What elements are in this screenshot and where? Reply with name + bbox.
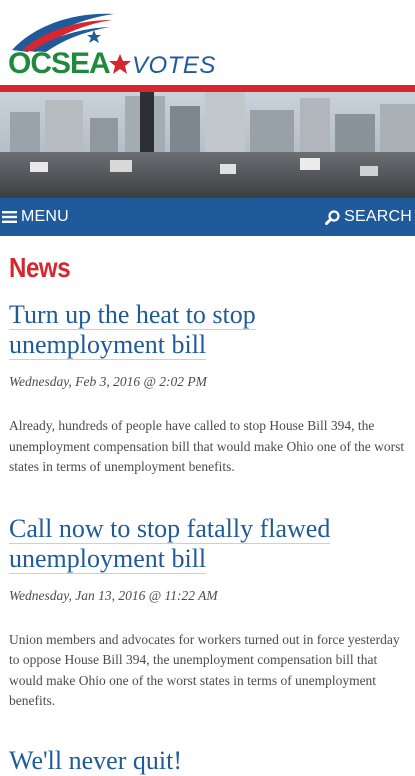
article-date: Wednesday, Jan 13, 2016 @ 11:22 AM: [9, 587, 218, 603]
article-title-link[interactable]: We'll never quit!: [9, 746, 182, 775]
article-summary: Union members and advocates for workers …: [9, 631, 400, 709]
svg-text:OCSEA: OCSEA: [8, 47, 110, 80]
hero-crowd-image: [0, 92, 415, 198]
nav-bar: MENU SEARCH: [0, 198, 415, 236]
search-button[interactable]: SEARCH: [325, 198, 412, 236]
site-header: OCSEA VOTES: [0, 0, 415, 92]
main-content: News Turn up the heat to stop unemployme…: [0, 236, 415, 776]
search-label: SEARCH: [344, 208, 412, 225]
article-summary: Already, hundreds of people have called …: [9, 418, 405, 474]
article-item: Call now to stop fatally flawed unemploy…: [9, 508, 406, 712]
article-title-link[interactable]: Call now to stop fatally flawed unemploy…: [9, 513, 331, 574]
search-icon: [325, 209, 340, 225]
menu-label: MENU: [21, 208, 69, 225]
article-item: Turn up the heat to stop unemployment bi…: [9, 294, 406, 478]
article-date: Wednesday, Feb 3, 2016 @ 2:02 PM: [9, 374, 207, 389]
article-title-link[interactable]: Turn up the heat to stop unemployment bi…: [9, 300, 256, 360]
ocsea-votes-logo[interactable]: OCSEA VOTES: [6, 6, 216, 82]
svg-text:VOTES: VOTES: [132, 52, 216, 79]
article-item: We'll never quit!: [9, 740, 406, 776]
header-red-bar: [0, 85, 415, 92]
hamburger-icon: [2, 211, 17, 223]
page-title: News: [9, 252, 71, 283]
menu-button[interactable]: MENU: [2, 198, 69, 236]
